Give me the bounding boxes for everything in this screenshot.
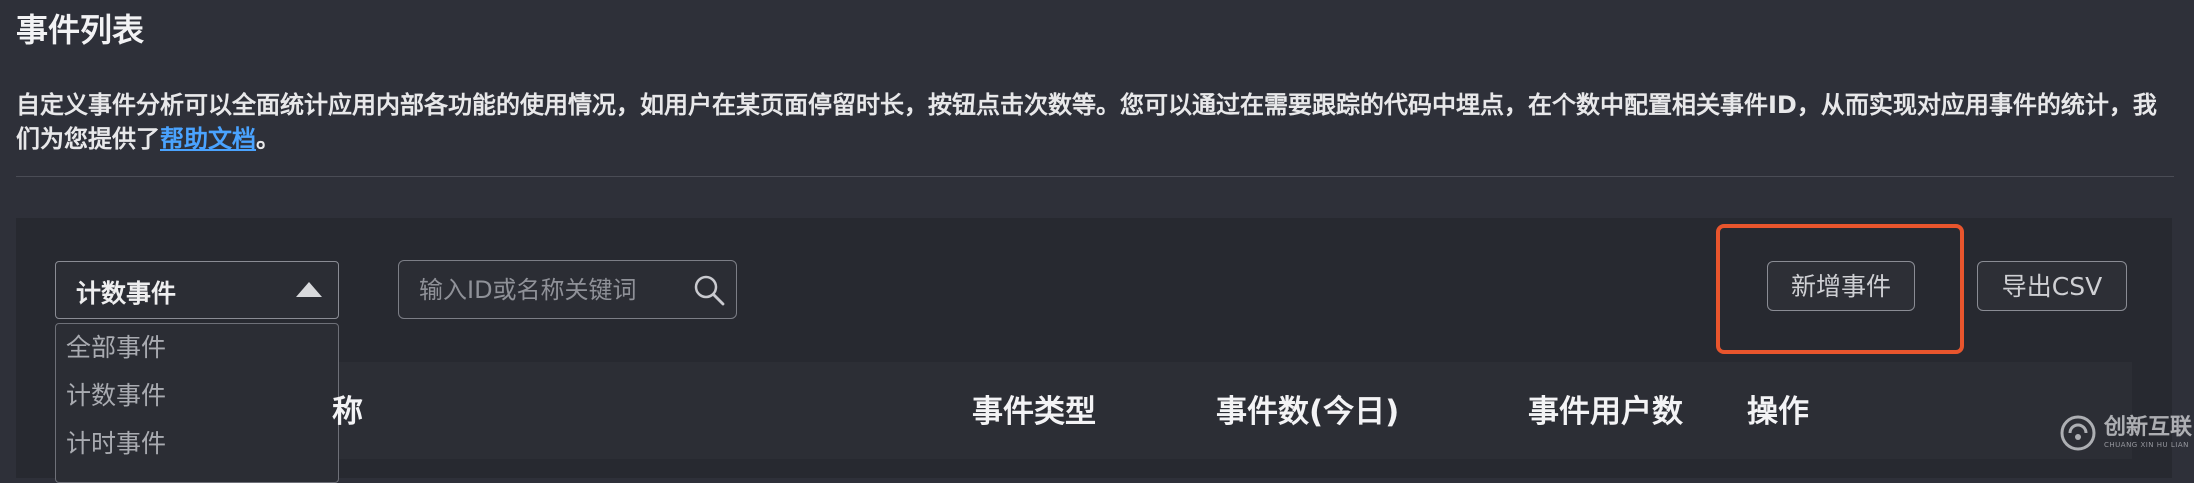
description-text: 自定义事件分析可以全面统计应用内部各功能的使用情况，如用户在某页面停留时长，按钮…	[16, 91, 2157, 153]
event-type-selected: 计数事件	[76, 279, 177, 308]
divider	[16, 176, 2174, 177]
dropdown-option-all[interactable]: 全部事件	[56, 324, 338, 372]
dropdown-option-count[interactable]: 计数事件	[56, 372, 338, 420]
page-description: 自定义事件分析可以全面统计应用内部各功能的使用情况，如用户在某页面停留时长，按钮…	[16, 88, 2166, 156]
help-doc-link[interactable]: 帮助文档	[160, 125, 256, 153]
column-header-count-today: 事件数(今日)	[1216, 394, 1400, 430]
caret-up-icon	[296, 282, 322, 297]
column-header-ops: 操作	[1747, 394, 1809, 430]
add-event-button[interactable]: 新增事件	[1767, 261, 1915, 311]
column-header-name: 称	[332, 394, 363, 430]
dropdown-option-timing[interactable]: 计时事件	[56, 420, 338, 468]
export-csv-button[interactable]: 导出CSV	[1977, 261, 2127, 311]
search-input[interactable]	[399, 261, 679, 318]
search-box	[398, 260, 737, 319]
watermark-logo: 创新互联 CHUANG XIN HU LIAN	[2058, 410, 2192, 456]
watermark-subtext: CHUANG XIN HU LIAN	[2104, 441, 2189, 449]
watermark-text: 创新互联	[2104, 415, 2193, 440]
column-header-type: 事件类型	[972, 394, 1096, 430]
event-type-select[interactable]: 计数事件	[55, 261, 339, 319]
page-title: 事件列表	[16, 11, 145, 49]
event-type-dropdown: 全部事件 计数事件 计时事件	[55, 323, 339, 483]
search-icon[interactable]	[692, 273, 726, 307]
column-header-users: 事件用户数	[1528, 394, 1683, 430]
logo-icon	[2060, 415, 2096, 451]
description-suffix: 。	[256, 125, 280, 153]
